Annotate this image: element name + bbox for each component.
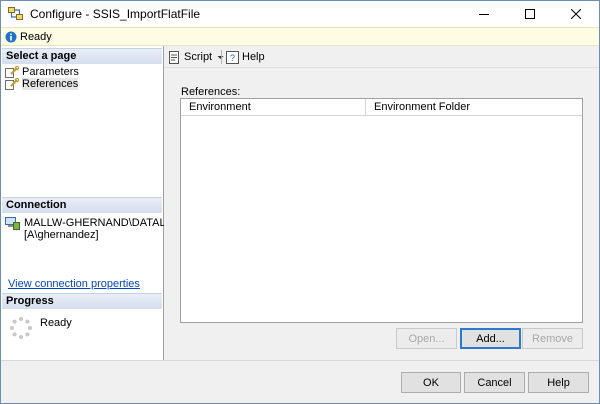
- progress-header: Progress: [2, 293, 162, 309]
- grid-header: Environment Environment Folder: [181, 99, 582, 116]
- minimize-button[interactable]: [461, 1, 507, 27]
- references-label: References:: [181, 86, 241, 98]
- connection-user: [A\ghernandez]: [24, 229, 99, 241]
- toolbar-separator: [221, 50, 222, 64]
- help-toolbar-button[interactable]: ? Help: [226, 49, 265, 65]
- page-item-references[interactable]: References: [5, 77, 79, 90]
- script-button[interactable]: Script: [168, 49, 225, 65]
- help-button[interactable]: Help: [528, 372, 589, 393]
- wrench-page-icon: [5, 65, 19, 78]
- select-page-header: Select a page: [2, 48, 162, 64]
- cancel-button[interactable]: Cancel: [464, 372, 525, 393]
- status-text: Ready: [20, 31, 52, 43]
- svg-text:?: ?: [230, 53, 235, 63]
- column-header-environment-folder[interactable]: Environment Folder: [366, 99, 582, 116]
- connection-info: MALLW-GHERNAND\DATALAB [A\ghernandez]: [24, 217, 180, 241]
- maximize-button[interactable]: [507, 1, 553, 27]
- script-label: Script: [184, 51, 213, 63]
- script-icon: [169, 50, 179, 64]
- dialog-footer: OK Cancel Help: [1, 360, 599, 403]
- view-connection-properties-link[interactable]: View connection properties: [8, 278, 140, 290]
- ssis-package-icon: [8, 7, 23, 20]
- minimize-icon: [479, 14, 489, 15]
- title-bar: Configure - SSIS_ImportFlatFile: [1, 1, 599, 27]
- maximize-icon: [525, 9, 535, 19]
- configure-dialog: Configure - SSIS_ImportFlatFile Ready Se…: [0, 0, 600, 404]
- references-grid[interactable]: Environment Environment Folder: [180, 98, 583, 323]
- close-icon: [571, 9, 581, 19]
- help-book-icon: ?: [226, 50, 239, 64]
- close-button[interactable]: [553, 1, 599, 27]
- remove-button[interactable]: Remove: [522, 328, 583, 349]
- connection-server: MALLW-GHERNAND\DATALAB: [24, 217, 181, 229]
- status-ready-icon: [5, 31, 17, 43]
- wrench-page-icon: [5, 77, 19, 90]
- page-item-label: Parameters: [22, 65, 79, 78]
- page-item-label: References: [22, 77, 79, 90]
- progress-spinner-icon: [10, 317, 32, 339]
- progress-status-text: Ready: [40, 317, 72, 329]
- add-button[interactable]: Add...: [460, 328, 521, 349]
- main-panel: Script ? Help References: Environment En…: [164, 46, 599, 360]
- column-header-environment[interactable]: Environment: [181, 99, 366, 116]
- open-button[interactable]: Open...: [396, 328, 457, 349]
- left-panel: Select a page Parameters References Conn…: [1, 46, 180, 360]
- connection-header: Connection: [2, 197, 162, 213]
- window-title: Configure - SSIS_ImportFlatFile: [30, 7, 201, 21]
- status-bar: Ready: [1, 27, 599, 46]
- help-toolbar-label: Help: [242, 51, 265, 63]
- server-connection-icon: [5, 217, 20, 230]
- toolbar: Script ? Help: [164, 46, 599, 68]
- ok-button[interactable]: OK: [401, 372, 461, 393]
